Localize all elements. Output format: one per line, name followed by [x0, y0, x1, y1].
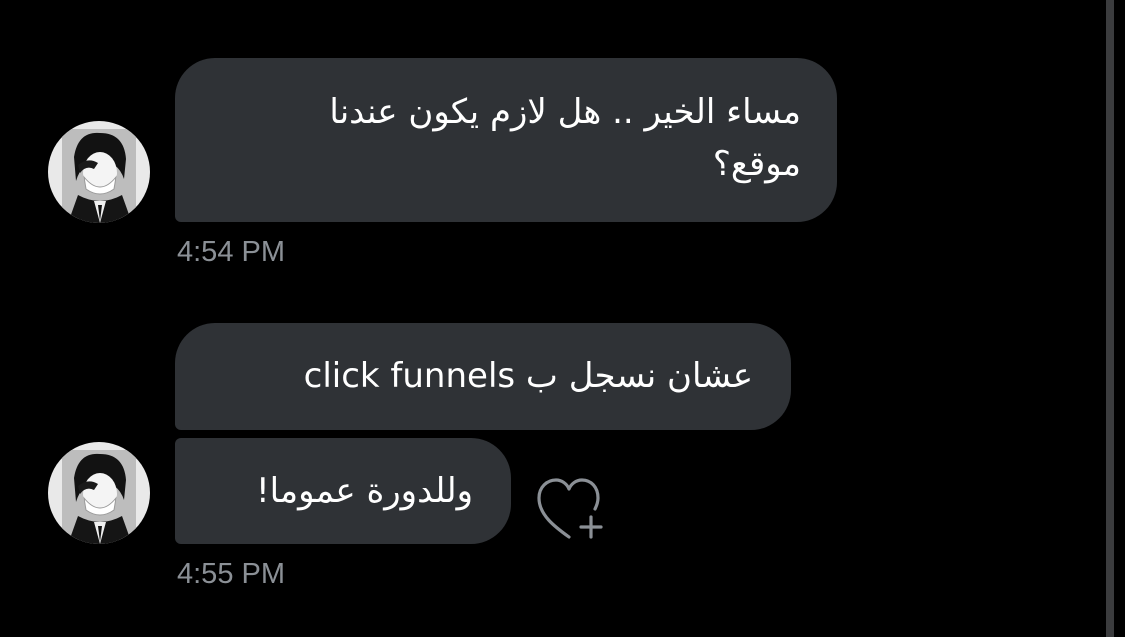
message-text: وللدورة عموما!	[255, 471, 473, 511]
message-timestamp: 4:55 PM	[177, 558, 285, 590]
message-text: عشان نسجل ب click funnels	[303, 356, 753, 396]
message-bubble[interactable]: عشان نسجل ب click funnels	[175, 323, 791, 430]
message-bubble[interactable]: وللدورة عموما!	[175, 438, 511, 544]
message-text: مساء الخير .. هل لازم يكون عندنا	[329, 92, 801, 132]
message-timestamp: 4:54 PM	[177, 236, 285, 268]
scrollbar[interactable]	[1106, 0, 1114, 637]
heart-plus-icon	[537, 478, 603, 539]
sender-avatar[interactable]	[48, 121, 150, 223]
avatar-image	[48, 121, 150, 223]
message-text: موقع؟	[712, 144, 801, 184]
avatar-image	[48, 442, 150, 544]
sender-avatar[interactable]	[48, 442, 150, 544]
message-bubble[interactable]: مساء الخير .. هل لازم يكون عندنا موقع؟	[175, 58, 837, 222]
add-reaction-button[interactable]	[533, 473, 609, 543]
